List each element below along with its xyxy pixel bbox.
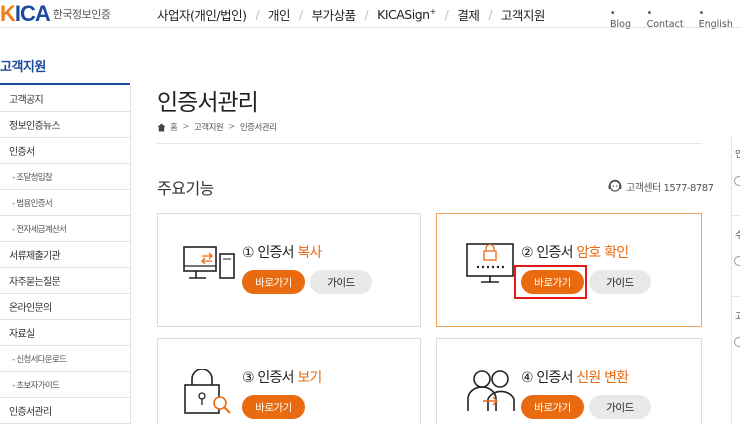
section-title: 주요기능 xyxy=(157,179,214,198)
right-panel-radio[interactable] xyxy=(734,176,740,186)
card-title: ③ 인증서 보기 xyxy=(242,370,322,386)
kica-logo[interactable]: KICA 한국정보인증 xyxy=(0,1,111,26)
sidebar-item-cert-management[interactable]: 인증서관리 xyxy=(0,398,130,424)
card-cert-copy: ① 인증서 복사 바로가기 가이드 xyxy=(157,213,421,327)
guide-button[interactable]: 가이드 xyxy=(589,270,651,294)
nav-personal[interactable]: 개인 xyxy=(268,5,291,24)
right-panel-divider xyxy=(731,215,740,216)
card-title: ② 인증서 암호 확인 xyxy=(521,245,629,261)
sidebar-item-notice[interactable]: 고객공지 xyxy=(0,86,130,112)
home-icon[interactable] xyxy=(157,122,166,132)
sidebar-title: 고객지원 xyxy=(0,60,46,75)
sidebar-menu: 고객공지 정보인증뉴스 인증서 - 조달청입찰 - 범용인증서 - 전자세금계산… xyxy=(0,86,130,424)
logo-text: 한국정보인증 xyxy=(52,8,111,21)
right-panel-label: 인 xyxy=(735,150,740,160)
breadcrumb-separator: > xyxy=(228,122,235,132)
sidebar-item-news[interactable]: 정보인증뉴스 xyxy=(0,112,130,138)
go-button[interactable]: 바로가기 xyxy=(242,270,305,294)
breadcrumb: 홈 > 고객지원 > 인증서관리 xyxy=(157,121,277,133)
headset-icon xyxy=(608,179,622,192)
right-panel-label: 고 xyxy=(735,312,740,322)
page-title: 인증서관리 xyxy=(157,90,259,116)
nav-separator: / xyxy=(364,7,369,22)
breadcrumb-separator: > xyxy=(182,122,189,132)
breadcrumb-current: 인증서관리 xyxy=(239,123,277,133)
nav-support[interactable]: 고객지원 xyxy=(501,5,546,24)
card-cert-view: ③ 인증서 보기 바로가기 xyxy=(157,338,421,425)
nav-kicasign[interactable]: KICASign+ xyxy=(377,7,436,22)
card-cert-identity-change: ④ 인증서 신원 변환 바로가기 가이드 xyxy=(436,338,702,425)
call-center: 고객센터 1577-8787 xyxy=(607,178,714,194)
guide-button[interactable]: 가이드 xyxy=(310,270,372,294)
sidebar-title-underline xyxy=(0,83,130,85)
sidebar-subitem-general-cert[interactable]: - 범용인증서 xyxy=(0,190,130,216)
guide-button[interactable]: 가이드 xyxy=(589,395,651,419)
nav-separator: / xyxy=(299,7,303,22)
people-exchange-icon xyxy=(467,370,515,411)
go-button[interactable]: 바로가기 xyxy=(521,395,584,419)
call-center-number: 고객센터 1577-8787 xyxy=(626,182,714,194)
right-panel-divider xyxy=(731,296,740,297)
right-panel-radio[interactable] xyxy=(734,256,740,266)
sidebar-item-library[interactable]: 자료실 xyxy=(0,320,130,346)
computer-copy-icon xyxy=(183,246,235,279)
lock-search-icon xyxy=(184,369,231,414)
breadcrumb-support[interactable]: 고객지원 xyxy=(194,121,224,133)
sidebar-subitem-procurement[interactable]: - 조달청입찰 xyxy=(0,164,130,190)
card-title: ④ 인증서 신원 변환 xyxy=(521,370,629,386)
sidebar-item-faq[interactable]: 자주묻는질문 xyxy=(0,268,130,294)
card-cert-password-check: ② 인증서 암호 확인 바로가기 가이드 xyxy=(436,213,702,327)
breadcrumb-home[interactable]: 홈 xyxy=(170,121,178,133)
sidebar-item-online-inquiry[interactable]: 온라인문의 xyxy=(0,294,130,320)
nav-separator: / xyxy=(444,7,449,22)
nav-separator: / xyxy=(488,7,492,22)
nav-business[interactable]: 사업자(개인/법인) xyxy=(157,5,247,24)
right-panel-radio[interactable] xyxy=(734,337,740,347)
card-title: ① 인증서 복사 xyxy=(242,245,322,261)
highlight-box xyxy=(514,265,587,299)
sidebar-item-certificate[interactable]: 인증서 xyxy=(0,138,130,164)
nav-addon[interactable]: 부가상품 xyxy=(312,5,357,24)
sidebar-subitem-e-tax[interactable]: - 전자세금계산서 xyxy=(0,216,130,242)
sidebar-border xyxy=(130,86,131,425)
sidebar-subitem-form-download[interactable]: - 신청서다운로드 xyxy=(0,346,130,372)
logo-mark: KICA xyxy=(0,1,51,26)
monitor-lock-icon xyxy=(466,243,514,283)
nav-separator: / xyxy=(255,7,260,22)
nav-payment[interactable]: 결제 xyxy=(457,5,480,24)
sidebar-subitem-beginner-guide[interactable]: - 초보자가이드 xyxy=(0,372,130,398)
header-divider xyxy=(0,27,740,28)
right-panel-label: 수 xyxy=(735,231,740,241)
breadcrumb-divider xyxy=(157,143,702,144)
sidebar-item-submission[interactable]: 서류제출기관 xyxy=(0,242,130,268)
main-nav: 사업자(개인/법인) / 개인 / 부가상품 / KICASign+ / 결제 … xyxy=(157,5,545,24)
go-button[interactable]: 바로가기 xyxy=(242,395,305,419)
